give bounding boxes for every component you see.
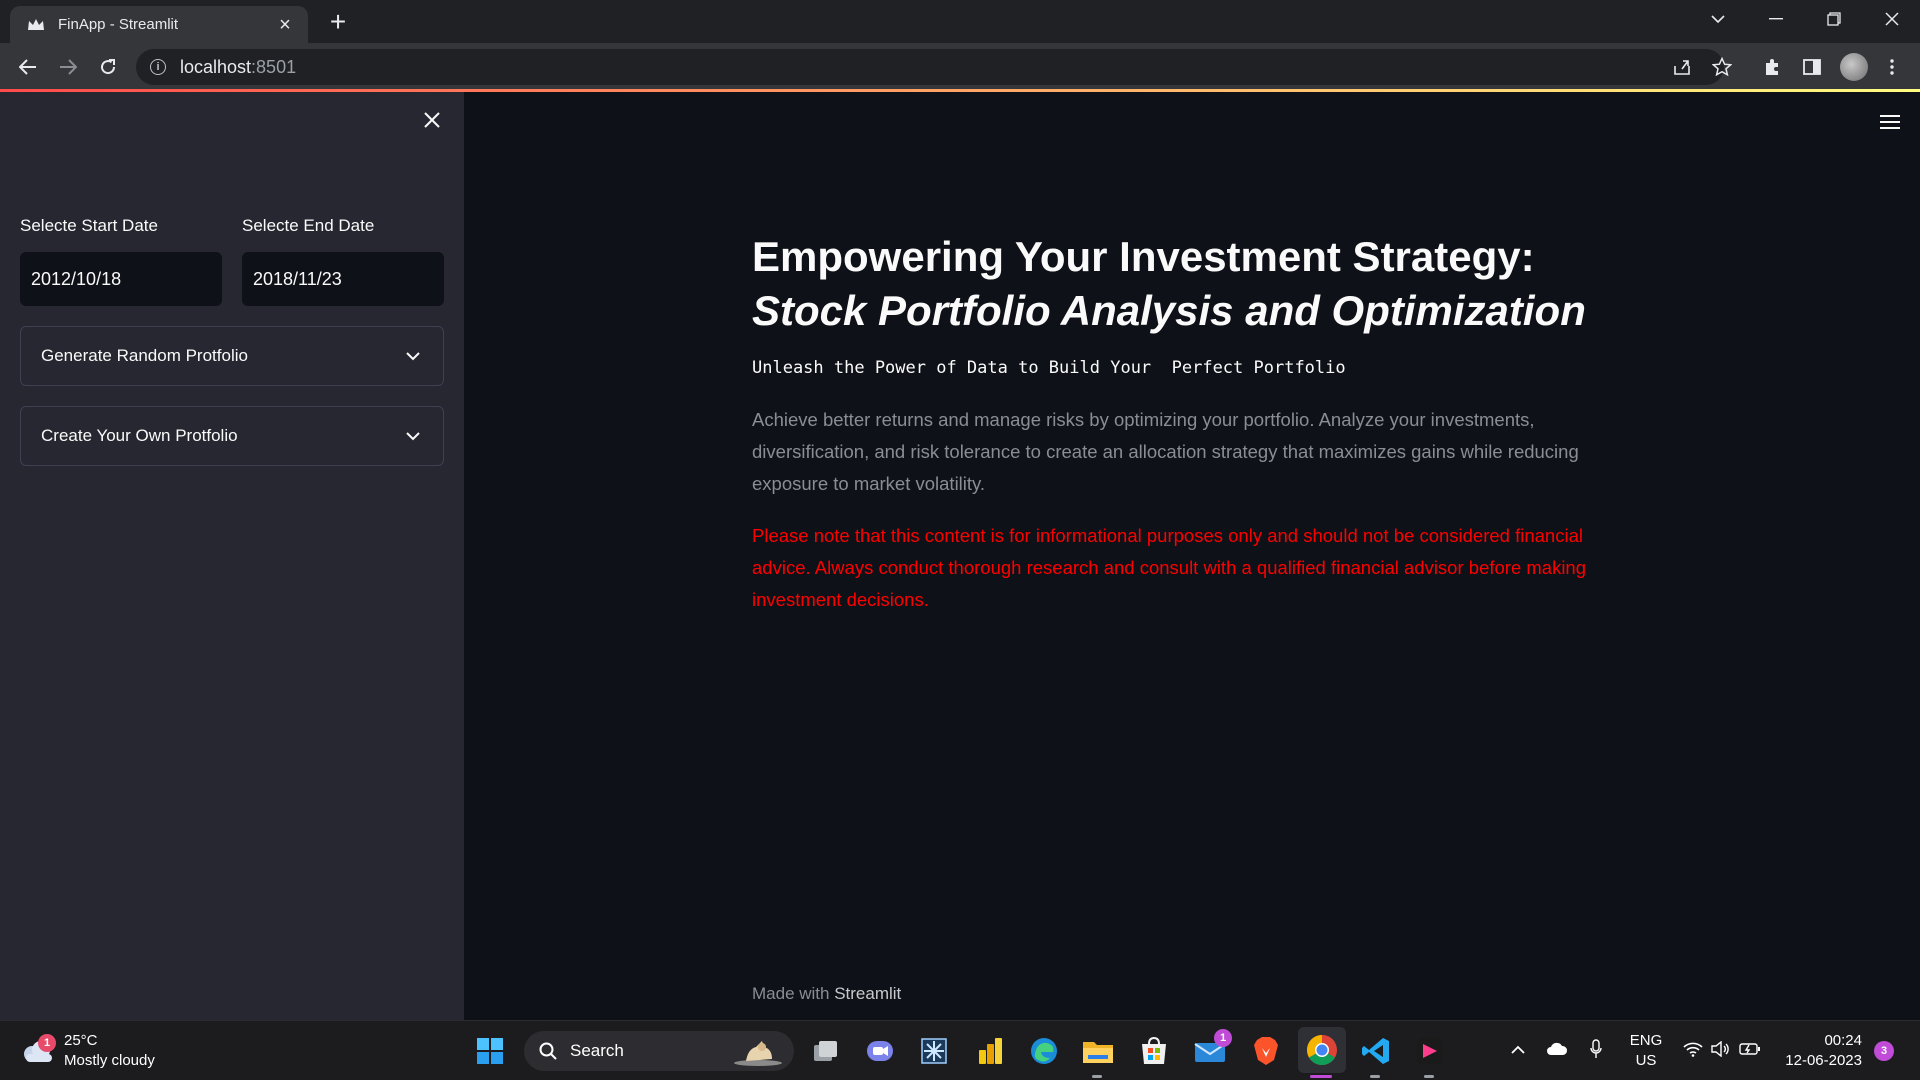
browser-tab[interactable]: FinApp - Streamlit ×	[10, 6, 308, 43]
streamlit-crown-icon	[26, 15, 46, 35]
search-icon	[538, 1041, 558, 1061]
url-host: localhost	[180, 56, 252, 77]
brave-browser-icon[interactable]	[1250, 1035, 1282, 1067]
end-date-value: 2018/11/23	[253, 268, 342, 289]
footer: Made with Streamlit	[752, 984, 901, 1004]
sidebar-close-icon[interactable]	[420, 108, 444, 132]
search-highlight-cat-icon	[732, 1035, 784, 1072]
chevron-down-icon	[403, 426, 423, 446]
browser-tab-bar: FinApp - Streamlit × +	[0, 0, 1920, 43]
vscode-icon[interactable]	[1360, 1035, 1392, 1067]
file-explorer-icon[interactable]	[1082, 1035, 1114, 1067]
wifi-icon[interactable]	[1682, 1039, 1704, 1059]
chrome-taskbar-icon[interactable]	[1298, 1027, 1346, 1073]
url-input[interactable]: i localhost:8501	[136, 49, 1724, 85]
taskbar-search[interactable]: Search	[524, 1031, 794, 1071]
search-label: Search	[570, 1041, 624, 1060]
clock[interactable]: 00:24 12-06-2023	[1780, 1031, 1862, 1071]
page-title-plain: Empowering Your Investment Strategy:	[752, 233, 1535, 280]
page-title: Empowering Your Investment Strategy: Sto…	[752, 230, 1632, 338]
start-date-input[interactable]: 2012/10/18	[20, 252, 222, 306]
notification-badge[interactable]: 3	[1874, 1041, 1894, 1061]
edge-icon[interactable]	[1028, 1035, 1060, 1067]
page-subheading: Unleash the Power of Data to Build Your …	[752, 358, 1346, 378]
teams-chat-icon[interactable]	[864, 1035, 896, 1067]
mail-badge: 1	[1214, 1029, 1232, 1047]
windows-start-icon[interactable]	[474, 1035, 506, 1067]
main-content: Empowering Your Investment Strategy: Sto…	[464, 92, 1920, 1020]
mail-icon[interactable]: 1	[1194, 1029, 1232, 1067]
tab-title: FinApp - Streamlit	[58, 16, 179, 33]
description-text: Achieve better returns and manage risks …	[752, 409, 1579, 494]
address-bar: i localhost:8501	[0, 43, 1920, 91]
new-tab-icon[interactable]: +	[324, 8, 352, 36]
restore-icon[interactable]	[1806, 0, 1862, 37]
language-indicator[interactable]: ENG US	[1626, 1031, 1666, 1071]
disclaimer-text: Please note that this content is for inf…	[752, 525, 1587, 610]
url-port: :8501	[251, 56, 297, 77]
end-date-label: Selecte End Date	[242, 216, 375, 235]
site-info-icon[interactable]: i	[150, 59, 166, 75]
microphone-icon[interactable]	[1586, 1037, 1606, 1061]
temperature: 25°C	[64, 1032, 98, 1049]
sidebar: Selecte Start Date Selecte End Date 2012…	[0, 92, 464, 1020]
forward-icon[interactable]	[54, 53, 82, 81]
language-code: ENG	[1629, 1032, 1663, 1049]
expander-label: Generate Random Protfolio	[41, 346, 248, 365]
minimize-icon[interactable]	[1748, 0, 1804, 37]
expander-label: Create Your Own Protfolio	[41, 426, 238, 445]
weather-badge: 1	[38, 1034, 56, 1052]
footer-prefix: Made with	[752, 984, 835, 1003]
explorer-running-indicator	[1092, 1075, 1102, 1078]
start-date-label: Selecte Start Date	[20, 216, 158, 235]
volume-icon[interactable]	[1710, 1039, 1732, 1059]
task-view-icon[interactable]	[810, 1035, 842, 1067]
chevron-down-icon	[403, 346, 423, 366]
app-running-indicator	[1424, 1075, 1434, 1078]
profile-avatar[interactable]	[1840, 53, 1868, 81]
power-bi-icon[interactable]	[974, 1035, 1006, 1067]
reload-icon[interactable]	[94, 53, 122, 81]
start-date-value: 2012/10/18	[31, 268, 122, 289]
hamburger-menu-icon[interactable]	[1880, 110, 1904, 134]
region-code: US	[1635, 1052, 1657, 1069]
vscode-running-indicator	[1370, 1075, 1380, 1078]
taskbar: 1 25°C Mostly cloudy Search 1 ENG US 00:…	[0, 1020, 1920, 1080]
expander-generate-random-portfolio[interactable]: Generate Random Protfolio	[20, 326, 444, 386]
share-icon[interactable]	[1668, 53, 1696, 81]
bookmark-star-icon[interactable]	[1708, 53, 1736, 81]
snipping-tool-icon[interactable]	[918, 1035, 950, 1067]
cloud-icon: 1	[20, 1034, 56, 1066]
back-icon[interactable]	[14, 53, 42, 81]
page-title-italic: Stock Portfolio Analysis and Optimizatio…	[752, 287, 1586, 334]
extensions-icon[interactable]	[1758, 53, 1786, 81]
chrome-menu-icon[interactable]	[1878, 53, 1906, 81]
tab-search-icon[interactable]	[1690, 0, 1746, 37]
microsoft-store-icon[interactable]	[1138, 1035, 1170, 1067]
show-hidden-icons-chevron-icon[interactable]	[1508, 1039, 1528, 1059]
weather-widget[interactable]: 1 25°C Mostly cloudy	[20, 1031, 155, 1071]
weather-description: Mostly cloudy	[64, 1052, 155, 1069]
side-panel-icon[interactable]	[1798, 53, 1826, 81]
clock-date: 12-06-2023	[1785, 1052, 1862, 1069]
battery-icon[interactable]	[1738, 1039, 1762, 1059]
end-date-input[interactable]: 2018/11/23	[242, 252, 444, 306]
tab-close-icon[interactable]: ×	[274, 15, 296, 35]
footer-streamlit-link[interactable]: Streamlit	[834, 984, 901, 1003]
chrome-active-indicator	[1310, 1075, 1332, 1078]
onedrive-cloud-icon[interactable]	[1544, 1039, 1570, 1059]
clock-time: 00:24	[1824, 1032, 1862, 1049]
expander-create-your-own-portfolio[interactable]: Create Your Own Protfolio	[20, 406, 444, 466]
close-window-icon[interactable]	[1864, 0, 1920, 37]
app-pink-icon[interactable]	[1414, 1035, 1446, 1067]
